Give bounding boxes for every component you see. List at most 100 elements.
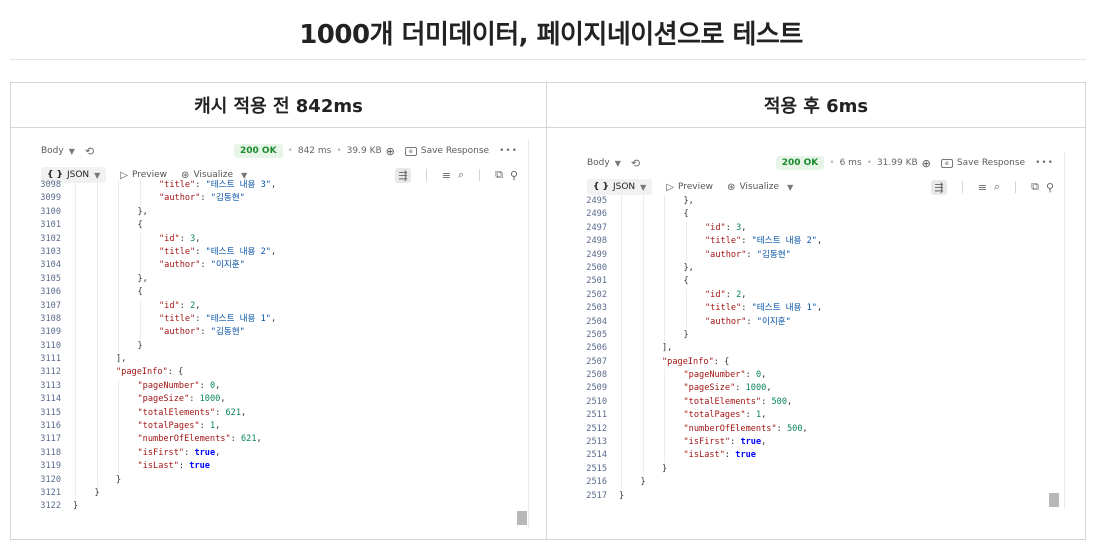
json-key: "author": [159, 193, 201, 204]
code-line: 3115 "totalElements": 621,: [31, 406, 528, 421]
json-punct: :: [761, 396, 772, 407]
json-key: "totalPages": [683, 410, 746, 421]
link-icon[interactable]: ⚲: [1046, 181, 1054, 194]
body-dropdown[interactable]: Body ▼: [41, 146, 75, 156]
line-number: 2514: [586, 450, 607, 461]
line-number: 3122: [40, 501, 61, 512]
save-response-button[interactable]: Save Response: [957, 158, 1025, 168]
before-column: 캐시 적용 전 842ms Body ▼ ⟲ 200 OK • 842 ms • …: [11, 83, 547, 539]
code-line: 3113 "pageNumber": 0,: [31, 379, 528, 394]
json-punct: }: [137, 340, 143, 351]
line-number: 2499: [586, 249, 607, 260]
line-number: 2515: [586, 463, 607, 474]
json-punct: :: [741, 236, 752, 247]
globe-icon[interactable]: ⊕: [386, 145, 395, 158]
response-size: 39.9 KB: [346, 146, 382, 156]
line-number: 2509: [586, 383, 607, 394]
json-punct: :: [745, 370, 756, 381]
json-punct: }: [662, 463, 668, 474]
copy-icon[interactable]: ⧉: [1031, 180, 1039, 194]
line-number: 2510: [586, 396, 607, 407]
wrap-lines-icon[interactable]: ⇶: [931, 179, 947, 195]
code-line: 2506],: [577, 342, 1064, 356]
json-punct: }: [640, 477, 646, 488]
code-line: 2517}: [577, 490, 1064, 503]
scrollbar-thumb[interactable]: [517, 511, 527, 525]
history-icon[interactable]: ⟲: [631, 157, 640, 170]
line-number: 2503: [586, 303, 607, 314]
json-punct: ],: [116, 354, 127, 365]
line-number: 3118: [40, 447, 61, 458]
json-key: "pageSize": [137, 394, 190, 405]
json-key: "totalElements": [137, 407, 216, 418]
code-line: 3098 "title": "테스트 내용 3",: [31, 179, 528, 193]
more-icon[interactable]: •••: [1035, 158, 1054, 168]
line-number: 3116: [40, 421, 61, 432]
code-line: 3103 "title": "테스트 내용 2",: [31, 245, 528, 260]
code-line: 3099 "author": "김동현": [31, 192, 528, 206]
json-punct: {: [137, 220, 143, 231]
body-dropdown[interactable]: Body ▼: [587, 158, 621, 168]
json-punct: : {: [167, 367, 184, 378]
json-string: "테스트 내용 1": [751, 303, 817, 314]
json-punct: ,: [215, 421, 221, 432]
history-icon[interactable]: ⟲: [85, 145, 94, 158]
scrollbar-thumb[interactable]: [1049, 493, 1059, 507]
json-key: "author": [159, 260, 201, 271]
globe-icon[interactable]: ⊕: [922, 157, 931, 170]
code-line: 2509 "pageSize": 1000,: [577, 382, 1064, 396]
json-punct: ,: [761, 370, 767, 381]
search-icon[interactable]: ⌕: [994, 180, 1000, 194]
line-number: 2512: [586, 423, 607, 434]
code-line: 2513 "isFirst": true,: [577, 436, 1064, 450]
code-line: 2514 "isLast": true: [577, 449, 1064, 463]
code-line: 3109 "author": "김동현": [31, 326, 528, 340]
response-bar: Body ▼ ⟲ 200 OK • 842 ms • 39.9 KB ⊕ e Sa…: [41, 144, 518, 158]
chevron-down-icon[interactable]: ▼: [787, 183, 793, 192]
line-number: 3106: [40, 287, 61, 298]
comparison-table: 캐시 적용 전 842ms Body ▼ ⟲ 200 OK • 842 ms • …: [10, 82, 1086, 540]
after-response-viewer: Body ▼ ⟲ 200 OK • 6 ms • 31.99 KB ⊕ e Sav…: [577, 151, 1065, 509]
line-number: 2516: [586, 477, 607, 488]
json-punct: {: [683, 209, 689, 220]
line-number: 2508: [586, 370, 607, 381]
code-line: 3101 {: [31, 219, 528, 233]
code-line: 3116 "totalPages": 1,: [31, 420, 528, 434]
code-line: 3120}: [31, 473, 528, 487]
json-string: "김동현": [210, 193, 245, 204]
save-icon: e: [940, 158, 953, 168]
line-number: 2495: [586, 196, 607, 206]
json-string: "테스트 내용 2": [751, 236, 817, 247]
filter-icon[interactable]: ≡: [978, 181, 987, 194]
line-number: 3119: [40, 461, 61, 472]
visualize-icon: ⊛: [727, 181, 736, 193]
code-line: 3110}: [31, 339, 528, 354]
code-line: 2516}: [577, 476, 1064, 490]
line-number: 3113: [40, 380, 61, 391]
code-line: 3107 "id": 2,: [31, 299, 528, 313]
json-code-view[interactable]: 3098 "title": "테스트 내용 3", 3099 "author": "김…: [31, 179, 528, 521]
chevron-down-icon: ▼: [614, 158, 621, 168]
visualize-button[interactable]: ⊛ Visualize: [727, 182, 779, 193]
json-punct: ,: [256, 434, 262, 445]
json-punct: :: [735, 383, 746, 394]
json-key: "pageNumber": [683, 370, 746, 381]
code-line: 2499 "author": "김동현": [577, 248, 1064, 262]
format-select[interactable]: { } JSON ▼: [587, 179, 653, 195]
preview-button[interactable]: ▷ Preview: [666, 182, 713, 193]
line-number: 3111: [40, 354, 61, 365]
more-icon[interactable]: •••: [499, 146, 518, 156]
json-punct: ,: [741, 289, 747, 300]
save-response-button[interactable]: Save Response: [421, 146, 489, 156]
json-punct: :: [746, 249, 757, 260]
json-key: "numberOfElements": [683, 423, 777, 434]
code-line: 3119 "isLast": true: [31, 460, 528, 474]
before-response-viewer: Body ▼ ⟲ 200 OK • 842 ms • 39.9 KB ⊕ e Sa…: [31, 139, 529, 529]
json-punct: :: [200, 193, 211, 204]
json-punct: :: [230, 434, 241, 445]
body-label: Body: [587, 158, 610, 168]
json-code-view[interactable]: 2495}, 2496{2497 "id": 3, 2498 "title": "테스트…: [577, 195, 1064, 505]
line-number: 2505: [586, 329, 607, 340]
line-number: 3115: [40, 407, 61, 418]
json-number: 500: [771, 396, 787, 407]
